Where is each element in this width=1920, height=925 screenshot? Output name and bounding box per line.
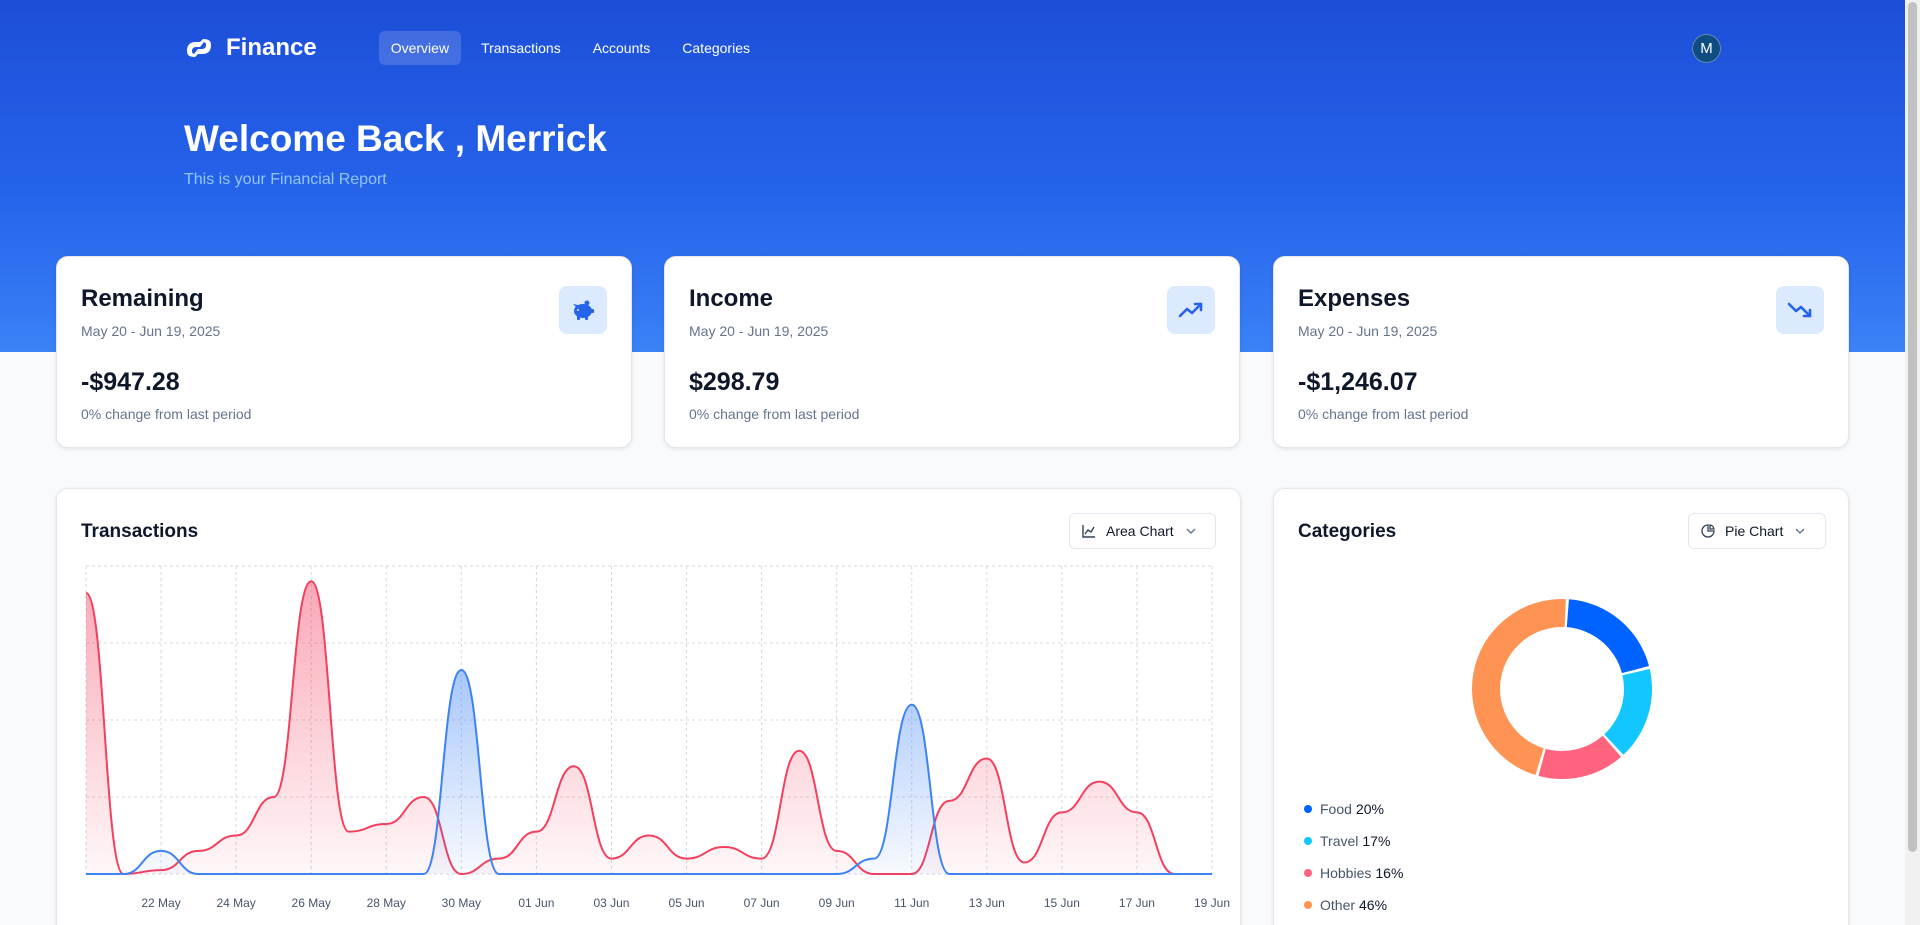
legend-label: Food <box>1320 801 1352 817</box>
welcome-subtitle: This is your Financial Report <box>184 171 387 188</box>
card-change: 0% change from last period <box>689 406 860 422</box>
scrollbar-thumb[interactable] <box>1908 2 1917 852</box>
trending-up-icon <box>1167 286 1215 334</box>
x-tick-label: 17 Jun <box>1119 896 1155 910</box>
legend-dot <box>1304 869 1312 877</box>
expenses-area-fill <box>86 581 1212 874</box>
card-change: 0% change from last period <box>81 406 252 422</box>
x-tick-label: 24 May <box>216 896 255 910</box>
x-tick-label: 19 Jun <box>1194 896 1230 910</box>
x-tick-label: 13 Jun <box>969 896 1005 910</box>
welcome-heading: Welcome Back , Merrick <box>184 118 607 159</box>
legend-label: Hobbies <box>1320 865 1372 881</box>
area-chart-icon <box>1082 525 1095 538</box>
legend-label: Travel <box>1320 833 1359 849</box>
legend-percent: 20% <box>1355 801 1384 817</box>
legend-percent: 46% <box>1359 897 1388 913</box>
x-tick-label: 03 Jun <box>593 896 629 910</box>
x-tick-label: 01 Jun <box>518 896 554 910</box>
card-value: $298.79 <box>689 368 780 396</box>
transactions-area-chart: 22 May 24 May 26 May 28 May 30 May 01 Jun 03 J… <box>85 565 1230 910</box>
chart-type-label: Pie Chart <box>1725 523 1784 539</box>
card-value: -$1,246.07 <box>1298 368 1418 396</box>
legend-percent: 17% <box>1362 833 1391 849</box>
card-title: Remaining <box>81 285 204 312</box>
app-logo[interactable]: Finance <box>184 34 317 62</box>
x-tick-label: 30 May <box>442 896 481 910</box>
nav-categories[interactable]: Categories <box>670 31 762 65</box>
x-tick-label: 05 Jun <box>669 896 705 910</box>
donut-slice-hobbies[interactable] <box>1538 735 1622 779</box>
categories-donut-chart <box>1472 599 1652 779</box>
donut-slice-travel[interactable] <box>1604 669 1652 755</box>
remaining-card: Remaining May 20 - Jun 19, 2025 -$947.28… <box>56 256 632 448</box>
donut-slice-other[interactable] <box>1472 599 1566 775</box>
x-tick-label: 09 Jun <box>819 896 855 910</box>
card-title: Income <box>689 285 774 312</box>
legend-label: Other <box>1320 897 1356 913</box>
nav-accounts[interactable]: Accounts <box>581 31 663 65</box>
piggy-bank-icon <box>559 286 607 334</box>
expenses-card: Expenses May 20 - Jun 19, 2025 -$1,246.0… <box>1273 256 1849 448</box>
user-avatar[interactable]: M <box>1692 34 1721 63</box>
legend-item-hobbies: Hobbies 16% <box>1304 865 1403 881</box>
transactions-chart-type-select[interactable]: Area Chart <box>1069 513 1216 549</box>
card-value: -$947.28 <box>81 368 180 396</box>
card-period: May 20 - Jun 19, 2025 <box>81 323 221 339</box>
top-nav: Finance Overview Transactions Accounts C… <box>184 30 770 66</box>
legend-dot <box>1304 901 1312 909</box>
nav-overview[interactable]: Overview <box>378 31 462 65</box>
card-period: May 20 - Jun 19, 2025 <box>689 323 829 339</box>
transactions-title: Transactions <box>81 521 199 542</box>
logo-icon <box>187 39 211 57</box>
legend-dot <box>1304 837 1312 845</box>
legend-item-other: Other 46% <box>1304 897 1387 913</box>
categories-panel: Categories Pie Chart Food 20% Travel 17%… <box>1273 488 1849 925</box>
pie-chart-icon <box>1701 524 1715 538</box>
card-period: May 20 - Jun 19, 2025 <box>1298 323 1438 339</box>
card-change: 0% change from last period <box>1298 406 1469 422</box>
categories-title: Categories <box>1298 521 1397 542</box>
x-tick-label: 07 Jun <box>744 896 780 910</box>
legend-percent: 16% <box>1375 865 1404 881</box>
page-scrollbar[interactable] <box>1905 0 1920 925</box>
legend-item-food: Food 20% <box>1304 801 1384 817</box>
x-tick-label: 15 Jun <box>1044 896 1080 910</box>
chevron-down-icon <box>1186 528 1196 534</box>
categories-chart-type-select[interactable]: Pie Chart <box>1688 513 1826 549</box>
nav-transactions[interactable]: Transactions <box>469 31 573 65</box>
legend-dot <box>1304 805 1312 813</box>
chevron-down-icon <box>1795 528 1805 534</box>
card-title: Expenses <box>1298 285 1411 312</box>
income-card: Income May 20 - Jun 19, 2025 $298.79 0% … <box>664 256 1240 448</box>
legend-item-travel: Travel 17% <box>1304 833 1390 849</box>
x-tick-label: 22 May <box>141 896 180 910</box>
donut-slice-food[interactable] <box>1566 599 1649 674</box>
x-tick-label: 11 Jun <box>894 896 929 910</box>
trending-down-icon <box>1776 286 1824 334</box>
app-name: Finance <box>226 34 317 61</box>
chart-type-label: Area Chart <box>1106 523 1174 539</box>
x-tick-label: 28 May <box>367 896 406 910</box>
transactions-panel: Transactions Area Chart 22 May 24 May 26 M… <box>56 488 1241 925</box>
x-tick-label: 26 May <box>292 896 331 910</box>
